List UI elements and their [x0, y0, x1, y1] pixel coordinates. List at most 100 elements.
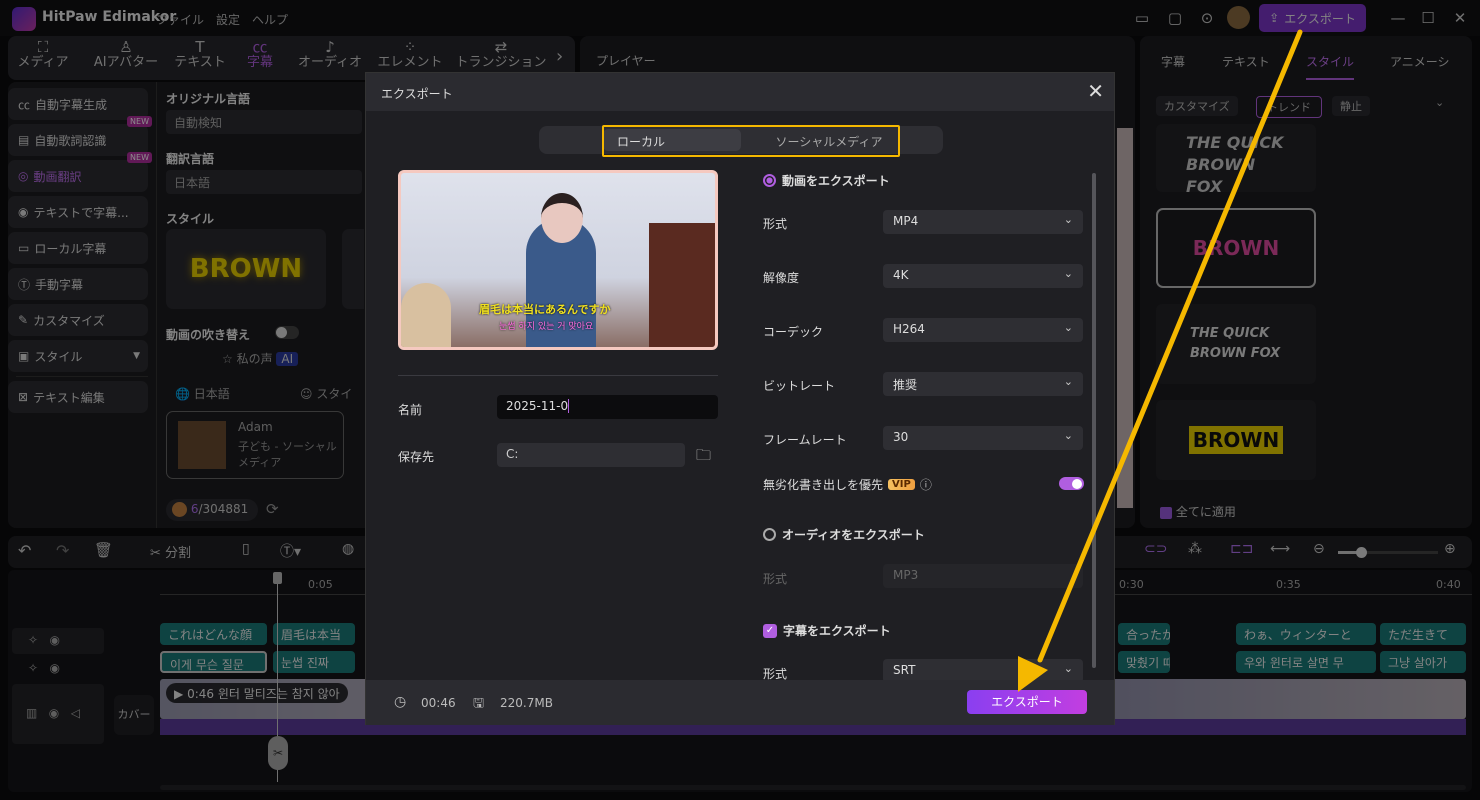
apply-all-checkbox[interactable]: 全てに適用 — [1160, 503, 1236, 520]
subtitle-clip[interactable]: 그냥 살아가 — [1380, 651, 1466, 673]
style-item[interactable]: BROWN — [1156, 400, 1316, 480]
subtitle-clip[interactable]: 우와 윈터로 살면 무 — [1236, 651, 1376, 673]
radio-unchecked[interactable] — [763, 528, 776, 541]
tab-ai-avatar[interactable]: ♙ AIアバター — [82, 38, 170, 70]
magnet-icon[interactable]: ⁂ — [1188, 541, 1202, 557]
ai-icon[interactable]: ✧ — [28, 633, 38, 647]
sidebar-item-video-translate[interactable]: ◎ 動画翻訳 NEW — [8, 152, 152, 192]
subtitle-clip[interactable]: ただ生きて — [1380, 623, 1466, 645]
filter-customize[interactable]: カスタマイズ — [1156, 96, 1238, 116]
delete-icon[interactable]: 🗑 — [94, 541, 113, 559]
my-voice-button[interactable]: ☆ 私の声 AI — [222, 350, 299, 367]
sidebar-item-manual-subtitle[interactable]: Ⓣ 手動字幕 — [8, 268, 148, 300]
subtitle-clip[interactable]: 맞췄기 때 — [1118, 651, 1170, 673]
sidebar-item-auto-subtitle[interactable]: ㏄自動字幕生成 — [8, 88, 148, 120]
text-style-icon[interactable]: Ⓣ▾ — [280, 541, 301, 561]
zoom-slider[interactable] — [1338, 547, 1438, 558]
chevron-right-icon[interactable]: › — [556, 46, 563, 67]
top-export-button[interactable]: ⇪ エクスポート — [1259, 4, 1366, 32]
style-item-selected[interactable]: BROWN — [1156, 208, 1316, 288]
tab-social-media[interactable]: ソーシャルメディア — [749, 133, 909, 150]
format-select[interactable]: MP4 ⌄ — [883, 210, 1083, 234]
style-card[interactable]: BROWN — [166, 229, 326, 309]
subtitle-clip[interactable]: 눈썹 진짜 — [273, 651, 355, 673]
tab-text[interactable]: テキスト — [1222, 53, 1270, 70]
sidebar-item-text-edit[interactable]: ⊠ テキスト編集 — [8, 381, 148, 413]
framerate-select[interactable]: 30 ⌄ — [883, 426, 1083, 450]
style-card[interactable] — [342, 229, 364, 309]
tab-subtitles[interactable]: ㏄字幕 — [225, 38, 295, 70]
refresh-icon[interactable]: ⟳ — [266, 500, 279, 518]
name-input[interactable]: 2025-11-0 — [497, 395, 718, 419]
split-button[interactable]: ✂ 分割 — [150, 542, 191, 561]
layout-icon[interactable]: ▭ — [1132, 9, 1152, 27]
scissors-icon[interactable]: ✂ — [268, 736, 288, 770]
tab-style[interactable]: スタイル — [1306, 53, 1355, 80]
bitrate-select[interactable]: 推奨 ⌄ — [883, 372, 1083, 396]
filter-static[interactable]: 静止 — [1332, 96, 1370, 116]
voice-style-select[interactable]: ☺ スタイ — [300, 385, 352, 402]
close-window-icon[interactable]: ✕ — [1450, 9, 1470, 27]
zoom-out-icon[interactable]: ⊖ — [1313, 541, 1325, 557]
zoom-in-icon[interactable]: ⊕ — [1444, 541, 1456, 557]
audio-format-select[interactable]: MP3 — [883, 564, 1083, 588]
sidebar-item-style[interactable]: ▣ スタイル ▼ — [8, 340, 148, 372]
tab-local[interactable]: ローカル — [603, 129, 741, 151]
voice-icon[interactable]: ◍ — [342, 541, 354, 557]
save-location-input[interactable]: C: — [497, 443, 685, 467]
lossless-toggle[interactable] — [1059, 477, 1084, 490]
snap-icon[interactable]: ⊏⊐ — [1230, 541, 1253, 557]
tab-elements[interactable]: ⁘ エレメント — [370, 38, 450, 70]
ai-icon[interactable]: ✧ — [28, 661, 38, 675]
timeline-scrollbar[interactable] — [160, 785, 1466, 790]
undo-icon[interactable]: ↶ — [18, 541, 31, 560]
sidebar-item-lyrics[interactable]: ▤ 自動歌詞認識 NEW — [8, 116, 152, 156]
info-icon[interactable]: ⓘ — [920, 476, 932, 493]
redo-icon[interactable]: ↷ — [56, 541, 69, 560]
language-select[interactable]: 🌐 日本語 — [175, 385, 230, 402]
chevron-down-icon[interactable]: ⌄ — [1435, 96, 1444, 109]
cover-button[interactable]: カバー — [114, 695, 154, 735]
eye-icon[interactable]: ◉ — [50, 633, 60, 647]
playhead-handle[interactable] — [273, 572, 282, 584]
sidebar-item-local-subtitle[interactable]: ▭ ローカル字幕 — [8, 232, 148, 264]
menu-settings[interactable]: 設定 — [216, 11, 240, 28]
style-item[interactable]: THE QUICK BROWN FOX — [1156, 124, 1316, 196]
export-button[interactable]: エクスポート — [967, 690, 1087, 714]
audio-export-option[interactable]: オーディオをエクスポート — [763, 526, 925, 543]
subtitle-icon[interactable]: ▯ — [242, 541, 250, 557]
checkbox-checked[interactable]: ✓ — [763, 623, 777, 638]
translate-language-select[interactable]: 日本語 — [166, 170, 362, 194]
play-icon[interactable]: ▶ — [174, 687, 183, 701]
codec-select[interactable]: H264 ⌄ — [883, 318, 1083, 342]
subtitle-export-option[interactable]: ✓ 字幕をエクスポート — [763, 622, 891, 639]
voice-card[interactable]: Adam 子ども - ソーシャルメディア — [166, 411, 344, 479]
subtitle-clip[interactable]: わぁ、ウィンターと — [1236, 623, 1376, 645]
filter-trend[interactable]: トレンド — [1256, 96, 1322, 118]
eye-icon[interactable]: ◉ — [49, 706, 59, 720]
tab-animation[interactable]: アニメーシ — [1390, 53, 1450, 70]
feedback-icon[interactable]: ▢ — [1165, 9, 1185, 27]
subtitle-clip-selected[interactable]: 이게 무슨 질문 — [160, 651, 267, 673]
video-export-option[interactable]: 動画をエクスポート — [763, 172, 890, 189]
menu-help[interactable]: ヘルプ — [252, 11, 288, 28]
link-icon[interactable]: ⊂⊃ — [1144, 541, 1167, 557]
minimize-icon[interactable]: — — [1388, 9, 1408, 27]
tab-media[interactable]: ⛶ メディア — [8, 38, 78, 70]
download-icon[interactable]: ⊙ — [1197, 9, 1217, 27]
sidebar-item-text-to-subtitle[interactable]: ◉ テキストで字幕... — [8, 196, 148, 228]
subtitle-clip[interactable]: これはどんな顔 — [160, 623, 267, 645]
menu-file[interactable]: ファイル — [156, 11, 204, 28]
subtitle-clip[interactable]: 合ったから — [1118, 623, 1170, 645]
film-icon[interactable]: ▥ — [26, 706, 37, 720]
style-item[interactable]: THE QUICK BROWN FOX — [1156, 304, 1316, 384]
radio-checked[interactable] — [763, 174, 776, 187]
eye-icon[interactable]: ◉ — [50, 661, 60, 675]
tab-audio[interactable]: ♪ オーディオ — [290, 38, 370, 70]
close-icon[interactable]: ✕ — [1087, 79, 1104, 103]
speaker-icon[interactable]: ◁ — [71, 706, 80, 720]
dubbing-toggle[interactable] — [275, 326, 299, 339]
folder-icon[interactable]: 🗀 — [696, 445, 711, 470]
tab-transition[interactable]: ⇄ トランジション — [451, 38, 551, 70]
fit-icon[interactable]: ⟷ — [1270, 541, 1290, 557]
